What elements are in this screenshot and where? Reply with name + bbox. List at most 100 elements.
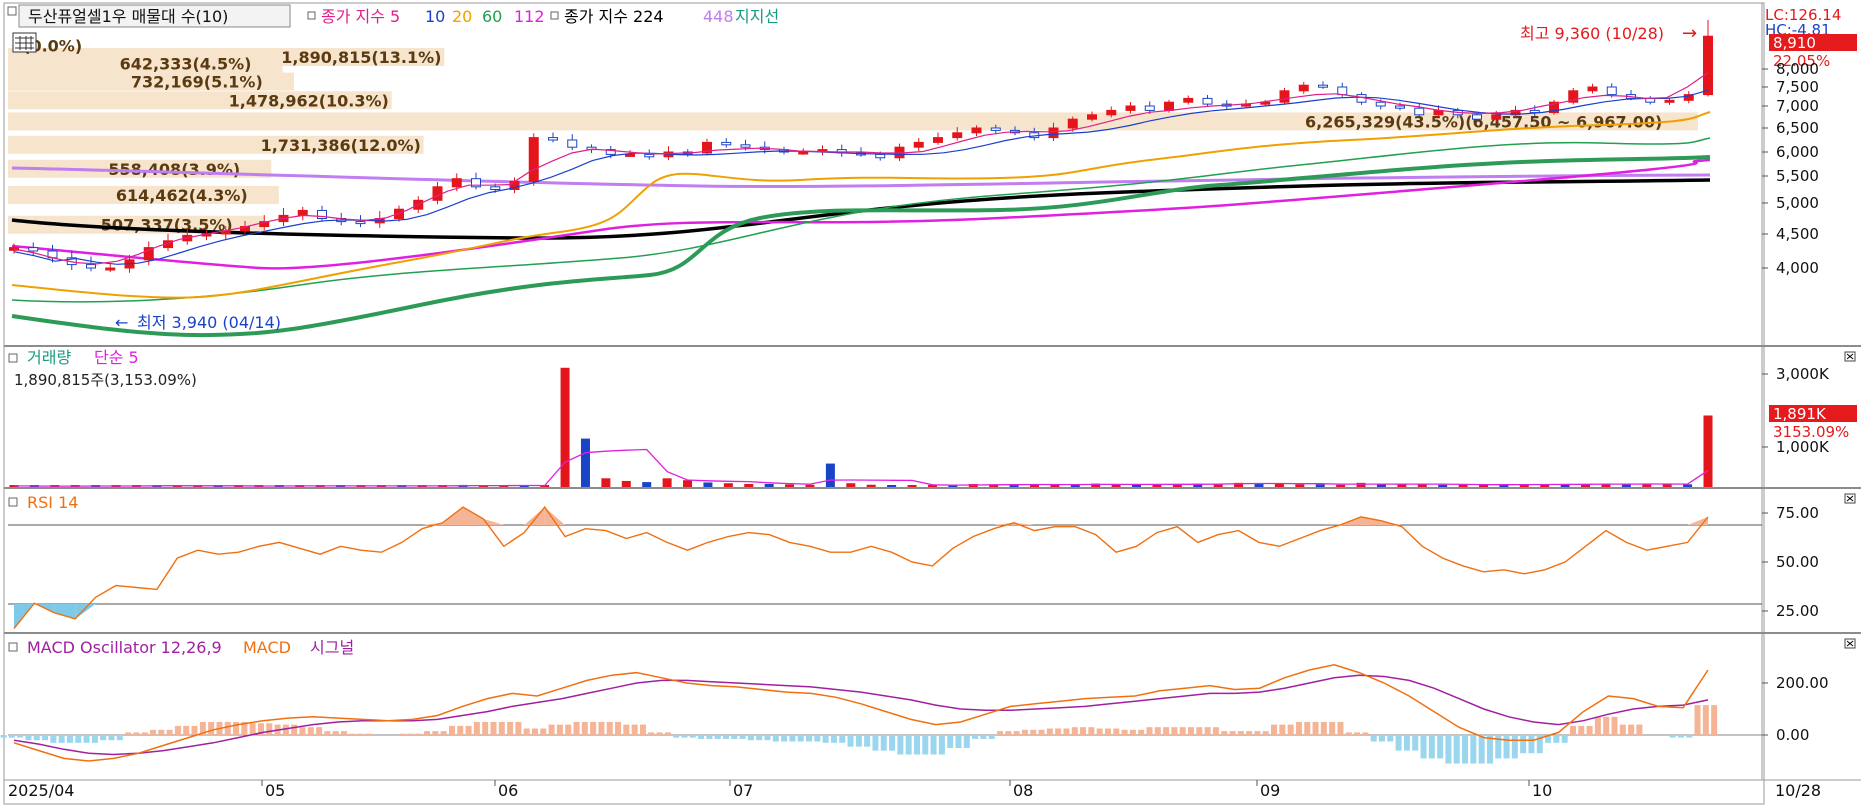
macd-oscillator-bar: [1354, 732, 1361, 735]
macd-oscillator-bar: [208, 722, 215, 735]
macd-oscillator-bar: [299, 727, 306, 735]
chart-window: 1,890,815(13.1%) 0(0.0%) 642,333(4.5%) 732,…: [0, 0, 1861, 810]
macd-oscillator-bar: [1503, 735, 1510, 759]
legend-toggle[interactable]: [307, 11, 316, 20]
macd-oscillator-bar: [1594, 716, 1601, 735]
volume-bar: [580, 438, 590, 487]
candle-body: [875, 153, 886, 159]
volume-bar: [805, 484, 815, 487]
volume-profile-label: 1,890,815(13.1%): [281, 48, 441, 67]
volume-bar: [642, 482, 652, 487]
macd-oscillator-bar: [972, 735, 979, 739]
macd-oscillator-bar: [407, 733, 414, 735]
close-icon[interactable]: [1844, 351, 1856, 362]
macd-oscillator-bar: [1229, 731, 1236, 735]
macd-oscillator-bar: [50, 735, 57, 743]
candle-body: [86, 264, 96, 269]
macd-oscillator-bar: [1046, 728, 1053, 735]
candle-body: [548, 137, 558, 141]
price-tick-label: 4,500: [1776, 225, 1819, 243]
price-axis[interactable]: 8,0007,5007,000 6,500 6,000 5,500 5,000 4,500…: [1762, 60, 1819, 277]
rsi-tick-label: 75.00: [1776, 504, 1819, 522]
volume-tick-label: 3,000K: [1776, 365, 1830, 383]
macd-oscillator-bar: [1711, 705, 1718, 735]
x-axis[interactable]: 2025/04 05 06 07 08 09 10: [8, 780, 1552, 800]
macd-oscillator-bar: [1188, 727, 1195, 735]
macd-oscillator-bar: [1005, 731, 1012, 735]
macd-oscillator-bar: [91, 735, 98, 743]
price-tick-label: 5,000: [1776, 194, 1819, 212]
macd-oscillator-bar: [1038, 729, 1045, 735]
macd-oscillator-bar: [1520, 735, 1527, 754]
rsi-overbought-fill: [463, 507, 484, 525]
macd-oscillator-bar: [415, 733, 422, 735]
macd-oscillator-bar: [1686, 735, 1693, 738]
panel-toggle[interactable]: [8, 353, 18, 363]
x-tick-label: 2025/04: [8, 781, 74, 800]
macd-oscillator-bar: [1445, 735, 1452, 764]
macd-oscillator-bar: [772, 735, 779, 742]
panel-toggle[interactable]: [7, 6, 17, 16]
macd-oscillator-bar: [872, 735, 879, 751]
macd-oscillator-bar: [814, 735, 821, 742]
panel-toggle[interactable]: [8, 642, 18, 652]
candle-body: [1048, 127, 1059, 139]
chart-title[interactable]: 두산퓨얼셀1우 매물대 수(10): [28, 7, 228, 26]
macd-oscillator-bar: [224, 722, 231, 735]
candle-body: [625, 153, 635, 157]
macd-oscillator-bar: [1113, 728, 1120, 735]
macd-oscillator-bar: [307, 727, 314, 735]
close-icon[interactable]: [1844, 638, 1856, 649]
rsi-overbought-fill: [524, 507, 545, 525]
macd-oscillator-bar: [448, 725, 455, 735]
macd-oscillator-bar: [689, 735, 696, 738]
volume-bar: [703, 482, 713, 487]
candle-body: [1414, 107, 1425, 116]
macd-oscillator-bar: [125, 732, 132, 735]
macd-oscillator-bar: [1254, 731, 1261, 735]
macd-oscillator-bar: [565, 724, 572, 735]
macd-oscillator-bar: [1013, 731, 1020, 735]
macd-oscillator-bar: [1312, 722, 1319, 735]
volume-bar: [764, 483, 774, 487]
candle-body: [1375, 101, 1386, 107]
macd-oscillator-bar: [880, 735, 887, 751]
candle-body: [1395, 105, 1405, 109]
macd-oscillator-bar: [1677, 735, 1684, 738]
macd-oscillator-bar: [490, 722, 497, 735]
macd-oscillator-bar: [1387, 735, 1394, 742]
macd-oscillator-bar: [108, 735, 115, 741]
candle-body: [451, 178, 462, 188]
macd-oscillator-bar: [830, 735, 837, 743]
volume-bar: [1274, 483, 1284, 487]
price-tick-label: 5,500: [1776, 167, 1819, 185]
volume-bar: [907, 485, 917, 487]
macd-oscillator-bar: [1462, 735, 1469, 764]
macd-oscillator-bar: [1453, 735, 1460, 764]
macd-oscillator-bar: [1412, 735, 1419, 751]
macd-oscillator-bar: [116, 735, 123, 741]
macd-oscillator-bar: [1362, 732, 1369, 735]
legend-toggle[interactable]: [550, 11, 559, 20]
rsi-oversold-fill: [75, 604, 96, 619]
macd-oscillator-bar: [66, 735, 73, 743]
macd-oscillator-bar: [1320, 722, 1327, 735]
panel-toggle[interactable]: [8, 497, 18, 507]
volume-profile-label: 642,333(4.5%): [120, 55, 252, 74]
volume-bar: [1703, 415, 1713, 487]
rsi-legend: RSI 14: [27, 493, 78, 512]
macd-oscillator-bar: [473, 722, 480, 735]
macd-oscillator-bar: [806, 735, 813, 742]
calendar-icon[interactable]: [12, 32, 37, 53]
macd-oscillator-bar: [955, 735, 962, 748]
close-icon[interactable]: [1844, 493, 1856, 504]
candle-body: [432, 186, 443, 201]
macd-oscillator-bar: [1138, 729, 1145, 735]
candle-body: [990, 127, 1001, 131]
volume-bar: [723, 483, 733, 487]
macd-oscillator-bar: [731, 735, 738, 739]
macd-oscillator-bar: [930, 735, 937, 755]
macd-axis[interactable]: 200.00 0.00: [1762, 674, 1829, 744]
rsi-axis[interactable]: 75.00 50.00 25.00: [1762, 504, 1819, 620]
macd-oscillator-bar: [424, 731, 431, 735]
